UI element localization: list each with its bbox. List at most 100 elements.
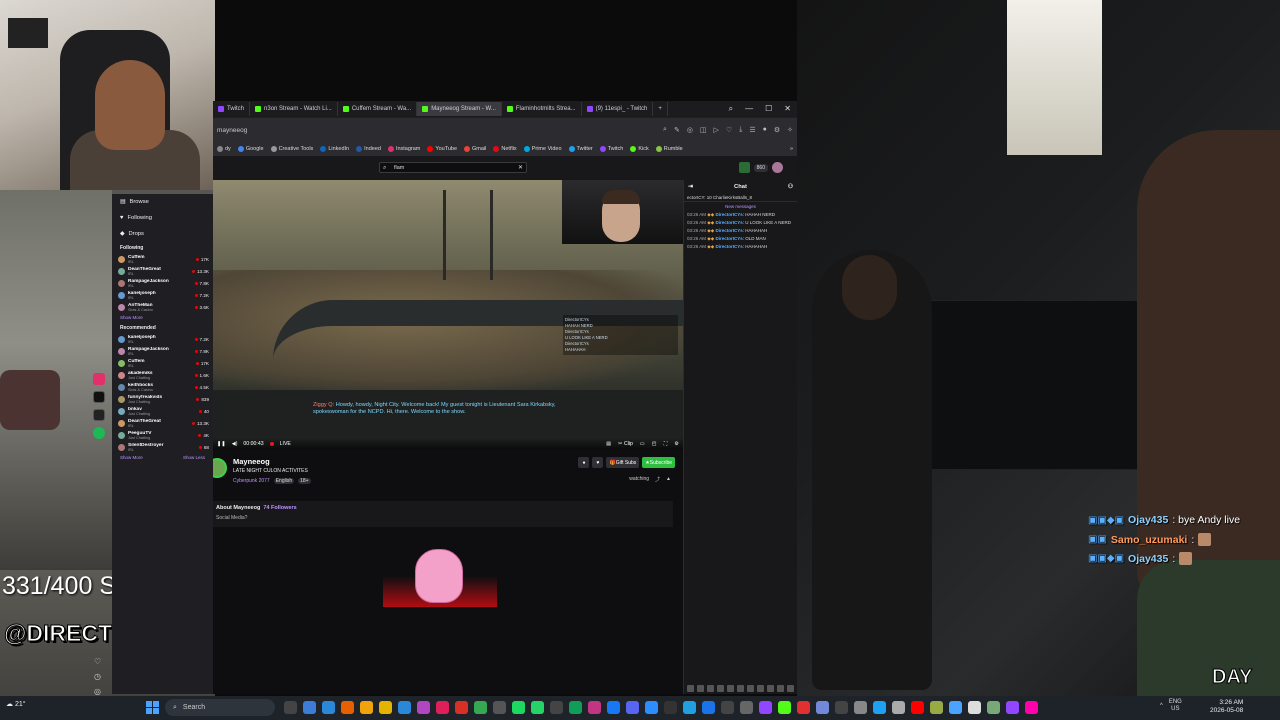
taskbar-app-icon[interactable] [1006,701,1019,714]
sidebar-channel[interactable]: Cuffem IRL 17K [112,357,213,369]
settings-icon[interactable]: ⚙ [774,126,780,134]
browser-tab[interactable]: Cuffem Stream - Wa... [338,102,418,116]
bookmark-item[interactable]: dy [217,146,231,152]
bookmark-item[interactable]: Twitch [599,146,623,152]
show-more-link[interactable]: Show More [112,313,213,322]
clock-icon[interactable]: ◷ [94,672,101,681]
bookmark-item[interactable]: YouTube [427,146,457,152]
more-bookmarks-icon[interactable]: » [790,146,793,152]
bookmark-item[interactable]: Rumble [655,146,683,152]
taskbar-app-icon[interactable] [531,701,544,714]
user-avatar[interactable] [772,162,783,173]
taskbar-app-icon[interactable] [778,701,791,714]
bookmark-item[interactable]: Creative Tools [270,146,313,152]
browser-tab-active[interactable]: Mayneeog Stream - W... [417,102,502,116]
show-more-link[interactable]: Show More [120,455,143,460]
pause-icon[interactable]: ❚❚ [217,441,226,447]
new-tab-button[interactable]: + [653,102,668,116]
emote-icon[interactable] [777,685,784,692]
taskbar-app-icon[interactable] [322,701,335,714]
bookmark-item[interactable]: Google [237,146,264,152]
emote-icon[interactable] [717,685,724,692]
prime-icon[interactable] [738,162,750,173]
taskbar-app-icon[interactable] [550,701,563,714]
taskbar-app-icon[interactable] [816,701,829,714]
volume-icon[interactable]: ◀) [232,441,238,447]
zoom-icon[interactable]: ⌕ [663,126,667,134]
notification-bell-button[interactable]: ● [578,457,590,468]
sidebar-channel[interactable]: RampageJackson IRL 7.8K [112,345,213,357]
sidebar-channel[interactable]: Cuffem IRL 17K [112,253,213,265]
taskbar-app-icon[interactable] [360,701,373,714]
theatre-icon[interactable]: ▭ [640,441,645,448]
taskbar-clock[interactable]: 3:26 AM 2026-05-08 [1210,699,1243,715]
bits-button[interactable]: 860 [753,163,768,172]
nav-drops[interactable]: ◆ Drops [112,226,213,242]
extension-icon[interactable]: ◎ [687,126,693,134]
sidebar-channel[interactable]: DeanTheGreat IRL 13.3K [112,417,213,429]
channel-name[interactable]: Mayneeog [233,457,270,466]
taskbar-app-icon[interactable] [436,701,449,714]
bookmark-item[interactable]: Indeed [356,146,381,152]
bookmark-item[interactable]: LinkedIn [320,146,349,152]
tag-badge[interactable]: English [273,478,295,484]
favorite-icon[interactable]: ♡ [726,126,732,134]
bookmark-item[interactable]: Twitter [568,146,593,152]
weather-widget[interactable]: ☁ 21° [6,700,26,708]
channel-panel-image[interactable] [383,545,497,607]
taskbar-app-icon[interactable] [607,701,620,714]
clear-icon[interactable]: ✕ [518,163,523,173]
taskbar-app-icon[interactable] [341,701,354,714]
instagram-icon[interactable] [93,373,105,385]
taskbar-app-icon[interactable] [911,701,924,714]
taskbar-app-icon[interactable] [892,701,905,714]
chevron-up-icon[interactable]: ^ [1160,703,1163,709]
taskbar-app-icon[interactable] [284,701,297,714]
taskbar-app-icon[interactable] [569,701,582,714]
category-link[interactable]: Cyberpunk 2077 [233,478,270,484]
taskbar-app-icon[interactable] [493,701,506,714]
taskbar-app-icon[interactable] [626,701,639,714]
taskbar-app-icon[interactable] [455,701,468,714]
taskbar-app-icon[interactable] [664,701,677,714]
emote-icon[interactable] [747,685,754,692]
captions-icon[interactable]: ▤ [606,441,611,448]
bookmark-item[interactable]: Netflix [493,146,517,152]
discord-icon[interactable]: ◎ [94,687,101,696]
sidebar-channel[interactable]: DeanTheGreat IRL 13.3K [112,265,213,277]
emote-icon[interactable] [787,685,794,692]
sidebar-channel[interactable]: kaneljoseph IRL 7.2K [112,289,213,301]
taskbar-app-icon[interactable] [417,701,430,714]
extension-icon[interactable]: ◫ [700,126,707,134]
menu-icon[interactable]: ☰ [749,126,755,134]
browser-tab[interactable]: Flaminhotmilts Strea... [502,102,582,116]
share-icon[interactable]: ⤴ [655,476,660,483]
download-icon[interactable]: ⤓ [739,126,742,134]
sidebar-channel[interactable]: PeeguuTV Just Chatting 4K [112,429,213,441]
taskbar-app-icon[interactable] [987,701,1000,714]
taskbar-app-icon[interactable] [968,701,981,714]
channel-avatar[interactable] [213,458,227,478]
taskbar-app-icon[interactable] [721,701,734,714]
ai-icon[interactable]: ✧ [787,126,793,134]
search-input[interactable]: ⌕ flam ✕ [379,162,527,173]
maximize-icon[interactable]: ☐ [765,104,772,114]
fullscreen-icon[interactable]: ⛶ [664,441,668,448]
sidebar-channel[interactable]: AnTheMan Slots & Casino 3.6K [112,301,213,313]
settings-icon[interactable]: ⚙ [674,441,679,448]
subscribe-button[interactable]: ★ Subscribe [642,457,675,468]
collapse-chat-icon[interactable]: ⇥ [688,184,693,190]
clip-button[interactable]: ✂ Clip [618,441,633,448]
tag-badge[interactable]: 18+ [298,478,311,484]
taskbar-app-icon[interactable] [1025,701,1038,714]
heart-icon[interactable]: ♡ [94,657,101,666]
sidebar-channel[interactable]: bnkav Just Chatting 40 [112,405,213,417]
taskbar-app-icon[interactable] [835,701,848,714]
taskbar-app-icon[interactable] [702,701,715,714]
video-player[interactable]: DirectorICYs HAHAH NERD DirectorICYs U L… [213,180,683,450]
url-field[interactable]: mayneeog [217,127,247,134]
bookmark-item[interactable]: Kick [630,146,649,152]
browser-tab[interactable]: n3on Stream - Watch Li... [250,102,338,116]
follow-heart-button[interactable]: ♥ [592,457,604,468]
emote-icon[interactable] [687,685,694,692]
